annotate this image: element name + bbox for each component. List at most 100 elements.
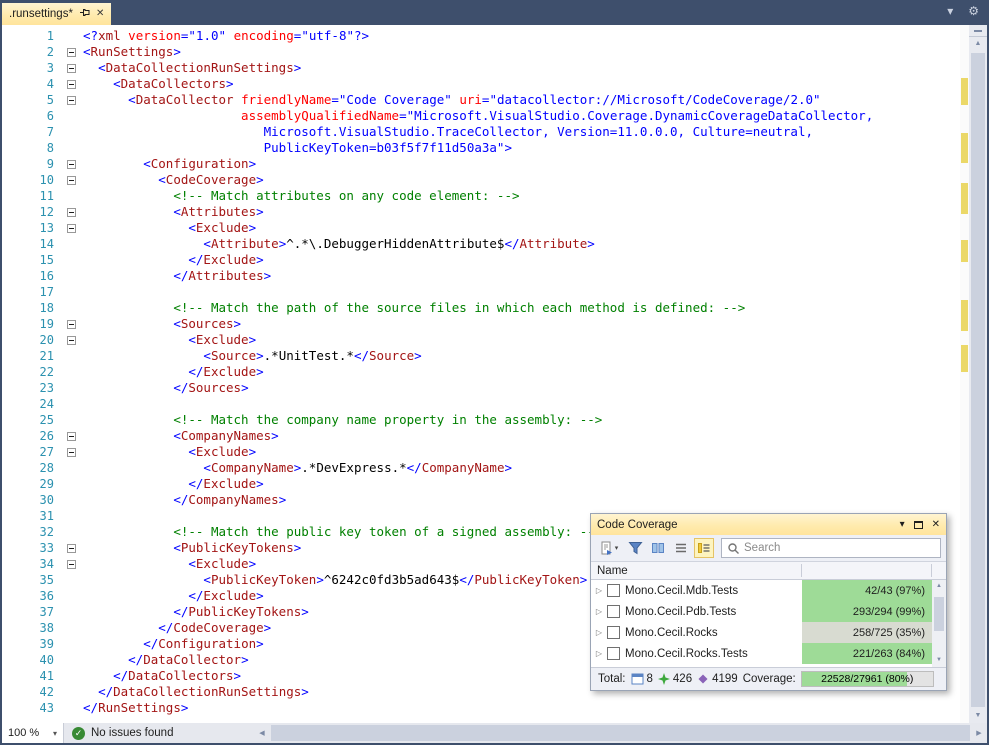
percentage-columns-toggle[interactable] [694, 538, 714, 558]
code-text[interactable]: <CompanyName>.*DevExpress.*</CompanyName… [83, 460, 960, 476]
issues-indicator[interactable]: ✓ No issues found [64, 723, 254, 743]
fold-toggle[interactable] [67, 48, 76, 57]
fold-toggle[interactable] [67, 64, 76, 73]
code-line[interactable]: 3 <DataCollectionRunSettings> [2, 60, 960, 76]
window-menu-chevron-icon[interactable]: ▾ [900, 519, 905, 530]
code-line[interactable]: 24 [2, 396, 960, 412]
code-line[interactable]: 13 <Exclude> [2, 220, 960, 236]
scroll-up-arrow[interactable]: ▲ [969, 37, 987, 51]
expand-icon[interactable]: ▷ [591, 607, 607, 616]
zoom-control[interactable]: 100 % ▾ [2, 723, 64, 743]
scroll-down-arrow[interactable]: ▼ [969, 709, 987, 723]
code-line[interactable]: 9 <Configuration> [2, 156, 960, 172]
coverage-column-header[interactable]: Name [591, 561, 946, 580]
code-text[interactable]: </RunSettings> [83, 700, 960, 716]
code-text[interactable]: <!-- Match the path of the source files … [83, 300, 960, 316]
row-checkbox[interactable] [607, 647, 620, 660]
code-text[interactable]: <?xml version="1.0" encoding="utf-8"?> [83, 28, 960, 44]
code-text[interactable]: <!-- Match the company name property in … [83, 412, 960, 428]
pin-icon[interactable] [79, 7, 90, 21]
code-text[interactable]: <Configuration> [83, 156, 960, 172]
code-text[interactable]: <RunSettings> [83, 44, 960, 60]
fold-toggle[interactable] [67, 560, 76, 569]
vertical-scrollbar-thumb[interactable] [971, 53, 985, 707]
code-line[interactable]: 25 <!-- Match the company name property … [2, 412, 960, 428]
row-checkbox[interactable] [607, 626, 620, 639]
chevron-down-icon[interactable]: ▾ [947, 4, 953, 18]
code-text[interactable]: </CompanyNames> [83, 492, 960, 508]
expand-icon[interactable]: ▷ [591, 628, 607, 637]
code-line[interactable]: 14 <Attribute>^.*\.DebuggerHiddenAttribu… [2, 236, 960, 252]
coverage-row[interactable]: ▷Mono.Cecil.Rocks.Tests221/263 (84%) [591, 643, 946, 664]
code-line[interactable]: 30 </CompanyNames> [2, 492, 960, 508]
close-icon[interactable]: ✕ [96, 9, 104, 19]
coverage-title-bar[interactable]: Code Coverage ▾ ✕ [591, 514, 946, 535]
fold-toggle[interactable] [67, 336, 76, 345]
scroll-left-arrow[interactable]: ◀ [254, 729, 270, 737]
expand-icon[interactable]: ▷ [591, 649, 607, 658]
gear-icon[interactable]: ⚙ [968, 4, 979, 18]
search-box[interactable] [721, 538, 941, 558]
vertical-scrollbar-track[interactable] [969, 51, 987, 709]
code-line[interactable]: 43</RunSettings> [2, 700, 960, 716]
code-text[interactable]: <DataCollectors> [83, 76, 960, 92]
code-line[interactable]: 19 <Sources> [2, 316, 960, 332]
search-input[interactable] [744, 542, 935, 554]
fold-toggle[interactable] [67, 208, 76, 217]
horizontal-scrollbar-track[interactable] [270, 723, 971, 743]
code-text[interactable]: <Attributes> [83, 204, 960, 220]
code-text[interactable]: </Sources> [83, 380, 960, 396]
code-text[interactable]: </Exclude> [83, 252, 960, 268]
coverage-row[interactable]: ▷Mono.Cecil.Mdb.Tests42/43 (97%) [591, 580, 946, 601]
code-text[interactable]: <DataCollectionRunSettings> [83, 60, 960, 76]
code-line[interactable]: 4 <DataCollectors> [2, 76, 960, 92]
code-line[interactable]: 29 </Exclude> [2, 476, 960, 492]
fold-toggle[interactable] [67, 176, 76, 185]
code-line[interactable]: 10 <CodeCoverage> [2, 172, 960, 188]
code-text[interactable] [83, 284, 960, 300]
code-line[interactable]: 28 <CompanyName>.*DevExpress.*</CompanyN… [2, 460, 960, 476]
expand-icon[interactable]: ▷ [591, 586, 607, 595]
code-text[interactable]: <Exclude> [83, 444, 960, 460]
code-line[interactable]: 27 <Exclude> [2, 444, 960, 460]
code-line[interactable]: 6 assemblyQualifiedName="Microsoft.Visua… [2, 108, 960, 124]
code-line[interactable]: 21 <Source>.*UnitTest.*</Source> [2, 348, 960, 364]
document-tab-runsettings[interactable]: .runsettings* ✕ [2, 3, 111, 25]
maximize-icon[interactable] [914, 521, 923, 529]
fold-toggle[interactable] [67, 320, 76, 329]
fold-toggle[interactable] [67, 448, 76, 457]
scroll-up-arrow[interactable]: ▲ [932, 580, 946, 593]
fold-toggle[interactable] [67, 224, 76, 233]
code-line[interactable]: 5 <DataCollector friendlyName="Code Cove… [2, 92, 960, 108]
code-text[interactable]: </Exclude> [83, 364, 960, 380]
code-line[interactable]: 2<RunSettings> [2, 44, 960, 60]
coverage-row[interactable]: ▷Mono.Cecil.Rocks258/725 (35%) [591, 622, 946, 643]
close-panel-icon[interactable]: ✕ [932, 519, 940, 530]
code-text[interactable]: <Exclude> [83, 220, 960, 236]
code-line[interactable]: 1<?xml version="1.0" encoding="utf-8"?> [2, 28, 960, 44]
coverage-row[interactable]: ▷Mono.Cecil.Pdb.Tests293/294 (99%) [591, 601, 946, 622]
scroll-down-arrow[interactable]: ▼ [932, 654, 946, 667]
coverage-list-scrollbar[interactable]: ▲ ▼ [932, 580, 946, 667]
code-line[interactable]: 8 PublicKeyToken=b03f5f7f11d50a3a"> [2, 140, 960, 156]
columns-view-button[interactable] [648, 538, 668, 558]
fold-toggle[interactable] [67, 432, 76, 441]
code-text[interactable]: <!-- Match attributes on any code elemen… [83, 188, 960, 204]
code-text[interactable]: <DataCollector friendlyName="Code Covera… [83, 92, 960, 108]
code-text[interactable]: </Attributes> [83, 268, 960, 284]
horizontal-scrollbar[interactable]: ◀ ▶ [254, 723, 987, 743]
coverage-scrollbar-thumb[interactable] [934, 597, 944, 631]
horizontal-scrollbar-thumb[interactable] [271, 725, 970, 741]
code-line[interactable]: 20 <Exclude> [2, 332, 960, 348]
scroll-right-arrow[interactable]: ▶ [971, 729, 987, 737]
coverage-scrollbar-track[interactable] [932, 593, 946, 654]
code-text[interactable]: </Exclude> [83, 476, 960, 492]
code-text[interactable]: PublicKeyToken=b03f5f7f11d50a3a"> [83, 140, 960, 156]
row-checkbox[interactable] [607, 584, 620, 597]
code-text[interactable]: <CompanyNames> [83, 428, 960, 444]
splitter-handle[interactable] [969, 25, 987, 37]
code-line[interactable]: 11 <!-- Match attributes on any code ele… [2, 188, 960, 204]
code-text[interactable]: assemblyQualifiedName="Microsoft.VisualS… [83, 108, 960, 124]
code-text[interactable] [83, 396, 960, 412]
code-line[interactable]: 18 <!-- Match the path of the source fil… [2, 300, 960, 316]
